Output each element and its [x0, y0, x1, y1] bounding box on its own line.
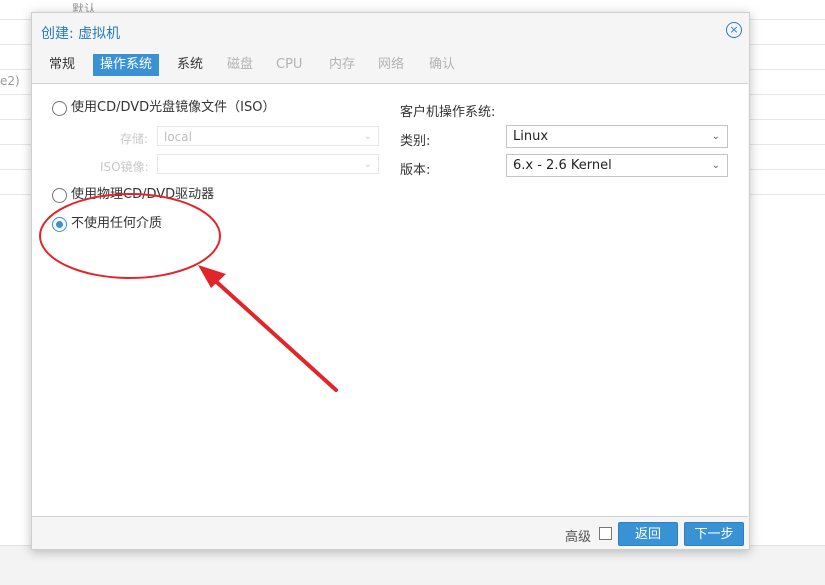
chevron-down-icon: ⌄ [363, 159, 372, 170]
radio-use-iso[interactable]: 使用CD/DVD光盘镜像文件（ISO） [52, 99, 275, 117]
iso-image-label: ISO镜像: [100, 160, 149, 174]
close-icon[interactable]: × [726, 22, 742, 38]
storage-value: local [164, 130, 192, 144]
back-button[interactable]: 返回 [618, 522, 678, 546]
tab-disk: 磁盘 [227, 57, 254, 72]
radio-use-physical-drive[interactable]: 使用物理CD/DVD驱动器 [52, 186, 214, 204]
radio-label: 使用物理CD/DVD驱动器 [71, 187, 215, 202]
tab-cpu: CPU [276, 57, 303, 72]
storage-label: 存储: [120, 132, 149, 146]
radio-button[interactable] [52, 187, 67, 203]
os-type-label: 类别: [400, 134, 431, 149]
chevron-down-icon: ⌄ [711, 160, 720, 171]
radio-no-media[interactable]: 不使用任何介质 [52, 215, 162, 233]
os-version-value: 6.x - 2.6 Kernel [513, 158, 612, 173]
create-vm-dialog: 创建: 虚拟机 × 常规 操作系统 系统 磁盘 CPU 内存 网络 确认 使用C… [31, 12, 750, 550]
os-type-select[interactable]: Linux ⌄ [506, 125, 728, 148]
background-footer [0, 545, 825, 585]
chevron-down-icon: ⌄ [363, 131, 372, 142]
os-version-select[interactable]: 6.x - 2.6 Kernel ⌄ [506, 154, 728, 177]
iso-image-select: ⌄ [157, 154, 379, 174]
os-version-label: 版本: [400, 163, 431, 178]
storage-select: local ⌄ [157, 126, 379, 146]
advanced-checkbox[interactable] [599, 527, 612, 540]
radio-label: 不使用任何介质 [71, 216, 163, 231]
tab-network: 网络 [378, 57, 405, 72]
guest-os-heading: 客户机操作系统: [400, 105, 496, 120]
background-cell-text: e2) [0, 74, 20, 88]
tab-memory: 内存 [329, 57, 356, 72]
os-type-value: Linux [513, 129, 549, 144]
chevron-down-icon: ⌄ [711, 131, 720, 142]
dialog-footer: 高级 返回 下一步 [32, 516, 748, 549]
radio-button[interactable] [52, 216, 67, 232]
os-panel: 使用CD/DVD光盘镜像文件（ISO） 存储: local ⌄ ISO镜像: ⌄… [32, 83, 748, 517]
tab-system[interactable]: 系统 [170, 54, 210, 76]
advanced-label: 高级 [565, 530, 592, 545]
dialog-titlebar[interactable]: 创建: 虚拟机 × [32, 13, 749, 49]
radio-button[interactable] [52, 100, 67, 116]
dialog-title: 创建: 虚拟机 [41, 26, 121, 42]
tab-general[interactable]: 常规 [42, 54, 82, 76]
radio-label: 使用CD/DVD光盘镜像文件（ISO） [71, 100, 276, 115]
tab-confirm: 确认 [429, 57, 456, 72]
next-button[interactable]: 下一步 [684, 522, 744, 546]
tab-os[interactable]: 操作系统 [93, 54, 160, 76]
